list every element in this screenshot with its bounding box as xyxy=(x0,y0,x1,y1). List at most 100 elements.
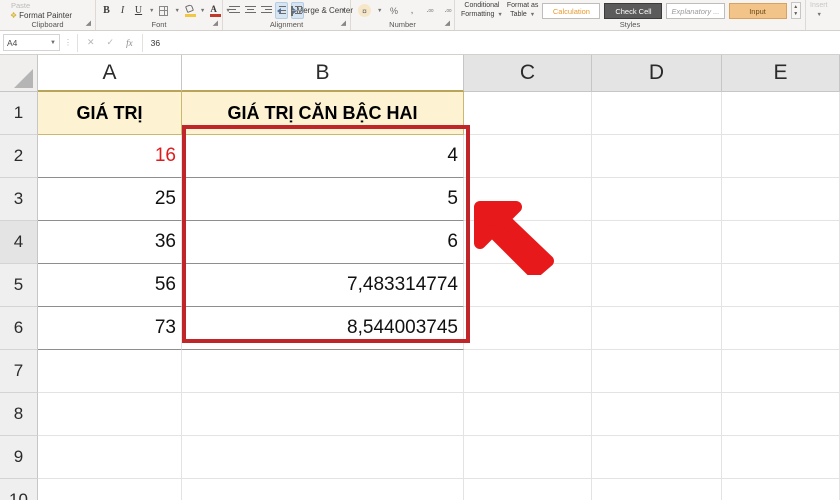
decrease-indent-icon[interactable] xyxy=(275,2,288,19)
accounting-format-icon[interactable]: ¤ xyxy=(358,4,371,17)
format-as-table-button[interactable]: Format as Table ▼ xyxy=(507,2,539,19)
row-header-1[interactable]: 1 xyxy=(0,92,38,135)
italic-icon[interactable]: I xyxy=(116,2,129,19)
cell-B7[interactable] xyxy=(182,350,464,393)
cell-D6[interactable] xyxy=(592,307,722,350)
row-header-3[interactable]: 3 xyxy=(0,178,38,221)
cell-E10[interactable] xyxy=(722,479,840,500)
cell-E2[interactable] xyxy=(722,135,840,178)
underline-chevron-down-icon[interactable]: ▼ xyxy=(149,8,154,14)
cell-D8[interactable] xyxy=(592,393,722,436)
row-header-10[interactable]: 10 xyxy=(0,479,38,500)
insert-button[interactable]: Insert ▼ xyxy=(810,2,828,19)
cell-D1[interactable] xyxy=(592,92,722,135)
name-box[interactable]: A4 ▼ xyxy=(3,34,60,51)
decrease-decimal-icon[interactable]: ․ 0 0 xyxy=(441,2,454,19)
align-center-icon[interactable] xyxy=(243,2,256,19)
number-dialog-launcher[interactable]: ◢ xyxy=(445,19,450,29)
merge-center-chevron-down-icon[interactable]: ▼ xyxy=(341,8,346,14)
increase-decimal-icon[interactable]: ․ 0 0 xyxy=(423,2,436,19)
cancel-icon[interactable]: ✕ xyxy=(87,37,95,48)
cell-C5[interactable] xyxy=(464,264,592,307)
align-left-icon[interactable] xyxy=(227,2,240,19)
fill-color-icon[interactable] xyxy=(183,2,196,19)
cell-style-calculation[interactable]: Calculation xyxy=(542,2,601,19)
fill-color-chevron-down-icon[interactable]: ▼ xyxy=(200,8,205,14)
cell-D9[interactable] xyxy=(592,436,722,479)
cell-A1[interactable]: GIÁ TRỊ xyxy=(38,92,182,135)
cell-C7[interactable] xyxy=(464,350,592,393)
cell-A8[interactable] xyxy=(38,393,182,436)
gallery-scroll-up-icon[interactable]: ▲ xyxy=(793,4,798,10)
select-all-corner[interactable] xyxy=(0,55,38,92)
cell-B6[interactable]: 8,544003745 xyxy=(182,307,464,350)
underline-icon[interactable]: U xyxy=(132,2,145,19)
cell-D3[interactable] xyxy=(592,178,722,221)
cell-C2[interactable] xyxy=(464,135,592,178)
font-color-icon[interactable]: A xyxy=(208,2,222,19)
row-header-9[interactable]: 9 xyxy=(0,436,38,479)
styles-gallery-scroll[interactable]: ▲ ▼ xyxy=(790,2,801,19)
row-header-6[interactable]: 6 xyxy=(0,307,38,350)
cell-C9[interactable] xyxy=(464,436,592,479)
cell-C4[interactable] xyxy=(464,221,592,264)
enter-icon[interactable]: ✓ xyxy=(107,37,115,48)
cell-B1[interactable]: GIÁ TRỊ CĂN BẬC HAI xyxy=(182,92,464,135)
cell-B10[interactable] xyxy=(182,479,464,500)
percent-style-icon[interactable]: % xyxy=(387,2,400,19)
cell-C8[interactable] xyxy=(464,393,592,436)
row-header-4[interactable]: 4 xyxy=(0,221,38,264)
cell-C10[interactable] xyxy=(464,479,592,500)
name-box-chevron-down-icon[interactable]: ▼ xyxy=(50,40,56,46)
cell-E1[interactable] xyxy=(722,92,840,135)
cell-B3[interactable]: 5 xyxy=(182,178,464,221)
cell-A2[interactable]: 16 xyxy=(38,135,182,178)
cell-E9[interactable] xyxy=(722,436,840,479)
row-header-2[interactable]: 2 xyxy=(0,135,38,178)
insert-function-icon[interactable]: fx xyxy=(126,38,133,48)
cell-style-check-cell[interactable]: Check Cell xyxy=(604,2,663,19)
comma-style-icon[interactable]: , xyxy=(405,2,418,19)
borders-chevron-down-icon[interactable]: ▼ xyxy=(174,8,179,14)
cell-A5[interactable]: 56 xyxy=(38,264,182,307)
cell-D4[interactable] xyxy=(592,221,722,264)
cell-B5[interactable]: 7,483314774 xyxy=(182,264,464,307)
row-header-8[interactable]: 8 xyxy=(0,393,38,436)
cell-D7[interactable] xyxy=(592,350,722,393)
cell-C6[interactable] xyxy=(464,307,592,350)
align-right-icon[interactable] xyxy=(259,2,272,19)
paste-button[interactable]: Paste xyxy=(4,1,30,10)
row-header-7[interactable]: 7 xyxy=(0,350,38,393)
cell-D2[interactable] xyxy=(592,135,722,178)
cell-A7[interactable] xyxy=(38,350,182,393)
insert-chevron-down-icon[interactable]: ▼ xyxy=(817,11,822,20)
conditional-formatting-button[interactable]: Conditional Formatting ▼ xyxy=(461,2,503,19)
alignment-dialog-launcher[interactable]: ◢ xyxy=(341,19,346,29)
cell-style-explanatory[interactable]: Explanatory ... xyxy=(666,2,725,19)
cell-E7[interactable] xyxy=(722,350,840,393)
cell-B4[interactable]: 6 xyxy=(182,221,464,264)
cell-E5[interactable] xyxy=(722,264,840,307)
formula-bar-grip[interactable]: ⋮ xyxy=(64,38,72,47)
cell-E4[interactable] xyxy=(722,221,840,264)
cell-A6[interactable]: 73 xyxy=(38,307,182,350)
bold-icon[interactable]: B xyxy=(100,2,113,19)
cell-C1[interactable] xyxy=(464,92,592,135)
borders-icon[interactable] xyxy=(157,2,170,19)
column-header-A[interactable]: A xyxy=(38,55,182,92)
column-header-E[interactable]: E xyxy=(722,55,840,92)
font-dialog-launcher[interactable]: ◢ xyxy=(213,19,218,29)
cell-style-input[interactable]: Input xyxy=(728,2,787,19)
cell-A3[interactable]: 25 xyxy=(38,178,182,221)
merge-center-button[interactable]: Merge & Center xyxy=(290,2,353,19)
cell-A4[interactable]: 36 xyxy=(38,221,182,264)
cell-B2[interactable]: 4 xyxy=(182,135,464,178)
cell-E3[interactable] xyxy=(722,178,840,221)
cell-E6[interactable] xyxy=(722,307,840,350)
cell-E8[interactable] xyxy=(722,393,840,436)
column-header-D[interactable]: D xyxy=(592,55,722,92)
cell-D10[interactable] xyxy=(592,479,722,500)
column-header-C[interactable]: C xyxy=(464,55,592,92)
formula-input[interactable]: 36 xyxy=(143,34,840,52)
format-painter-button[interactable]: ❖ Format Painter xyxy=(10,11,72,20)
